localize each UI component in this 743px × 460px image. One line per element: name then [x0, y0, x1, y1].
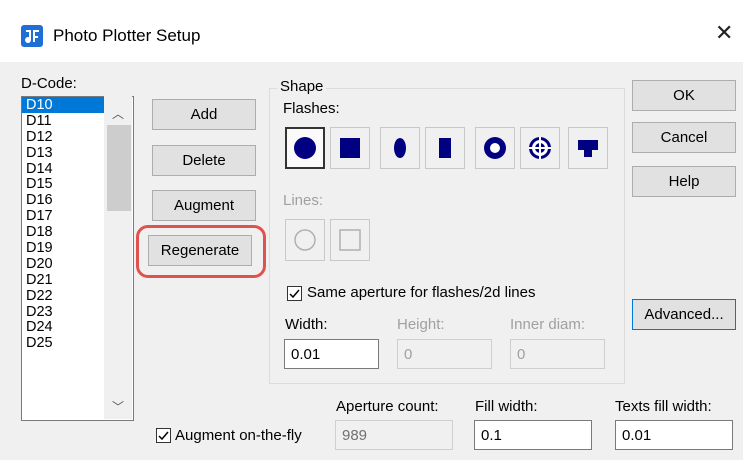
advanced-button[interactable]: Advanced...: [632, 299, 736, 330]
regenerate-highlight: [136, 225, 266, 278]
dcode-list-item[interactable]: D17: [22, 208, 104, 224]
dcode-list-item[interactable]: D24: [22, 319, 104, 336]
same-aperture-label: Same aperture for flashes/2d lines: [307, 284, 536, 301]
rectangle-flash-icon[interactable]: [425, 127, 465, 169]
dcode-list-item[interactable]: D15: [22, 176, 104, 193]
height-input[interactable]: 0: [397, 339, 492, 369]
fill-width-input[interactable]: 0.1: [474, 420, 592, 450]
square-line-icon[interactable]: [330, 219, 370, 261]
dcode-list-item[interactable]: D11: [22, 113, 104, 129]
scroll-up-icon[interactable]: ︿: [112, 105, 124, 122]
height-label: Height:: [397, 316, 445, 333]
round-flash-icon[interactable]: [285, 127, 325, 169]
close-icon[interactable]: ✕: [715, 22, 733, 44]
cancel-button[interactable]: Cancel: [632, 122, 736, 153]
shape-group-title: Shape: [277, 78, 327, 95]
width-label: Width:: [285, 316, 328, 333]
dcode-list-item[interactable]: D18: [22, 224, 104, 240]
dcode-list-item[interactable]: D10: [22, 97, 104, 113]
width-input[interactable]: 0.01: [284, 339, 379, 369]
dcode-list-item[interactable]: D23: [22, 304, 104, 320]
ok-button[interactable]: OK: [632, 80, 736, 111]
augment-button[interactable]: Augment: [152, 190, 256, 221]
dcode-label: D-Code:: [21, 75, 77, 92]
help-button[interactable]: Help: [632, 166, 736, 197]
augment-fly-checkbox[interactable]: [156, 428, 171, 443]
window-title: Photo Plotter Setup: [53, 26, 201, 45]
square-flash-icon[interactable]: [330, 127, 370, 169]
scrollbar-thumb[interactable]: [107, 125, 131, 211]
donut-flash-icon[interactable]: [475, 127, 515, 169]
dcode-list-item[interactable]: D16: [22, 192, 104, 208]
dcode-list-item[interactable]: D12: [22, 129, 104, 145]
aperture-count-label: Aperture count:: [336, 398, 439, 415]
inner-diam-label: Inner diam:: [510, 316, 586, 333]
delete-button[interactable]: Delete: [152, 145, 256, 176]
inner-diam-input[interactable]: 0: [510, 339, 605, 369]
fill-width-label: Fill width:: [475, 398, 538, 415]
dcode-list-item[interactable]: D25: [22, 335, 104, 351]
dcode-list-item[interactable]: D22: [22, 288, 104, 304]
augment-fly-label: Augment on-the-fly: [175, 427, 302, 444]
scroll-down-icon[interactable]: ﹀: [112, 398, 124, 415]
lines-label: Lines:: [283, 192, 324, 209]
dcode-list-item[interactable]: D21: [22, 272, 104, 288]
app-icon: [21, 25, 43, 47]
oval-flash-icon[interactable]: [380, 127, 420, 169]
texts-fill-width-label: Texts fill width:: [615, 398, 712, 415]
same-aperture-checkbox[interactable]: [287, 286, 302, 301]
dcode-list-item[interactable]: D20: [22, 256, 104, 272]
dcode-list-item[interactable]: D19: [22, 240, 104, 256]
round-line-icon[interactable]: [285, 219, 325, 261]
add-button[interactable]: Add: [152, 99, 256, 130]
flashes-label: Flashes:: [283, 100, 340, 117]
dcode-list-item[interactable]: D14: [22, 161, 104, 177]
aperture-count-field: 989: [335, 420, 453, 450]
texts-fill-width-input[interactable]: 0.01: [615, 420, 733, 450]
dcode-list-item[interactable]: D13: [22, 145, 104, 161]
thermal-flash-icon[interactable]: [520, 127, 560, 169]
custom-flash-icon[interactable]: [568, 127, 608, 169]
